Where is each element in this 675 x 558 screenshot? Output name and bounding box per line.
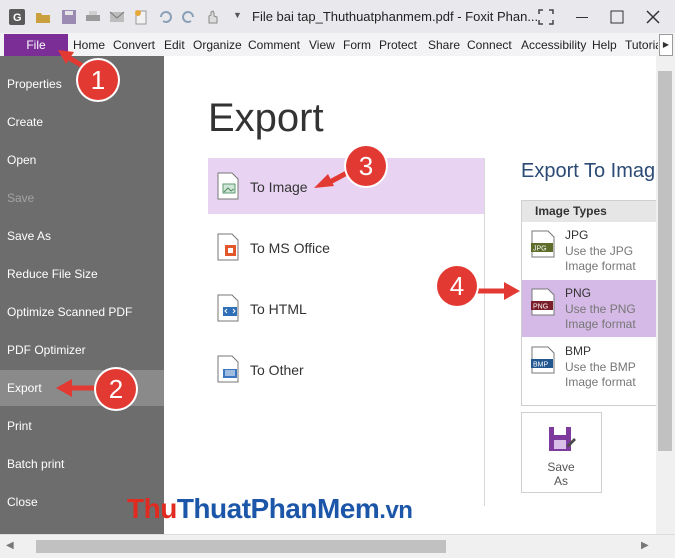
watermark-logo: ThuThuatPhanMem.vn [127,493,413,524]
ms-office-document-icon [217,233,239,261]
foxit-logo-icon[interactable]: G [9,9,25,25]
undo-icon[interactable] [157,9,173,25]
save-as-icon [549,427,576,451]
jpg-file-icon: JPG [531,230,555,258]
page-title: Export [208,96,324,140]
horizontal-scrollbar[interactable]: ◀ ▶ [0,534,675,558]
tab-form[interactable]: Form [343,38,371,52]
close-window-icon[interactable] [645,9,661,25]
scroll-right-icon[interactable]: ▶ [641,540,649,551]
image-type-name: PNG [565,286,592,300]
image-type-description: Use the PNG Image format [565,302,636,331]
title-bar: G ▼ File bai tap_Thuthuatphanmem.pdf - F… [0,0,675,34]
customize-qa-dropdown-icon[interactable]: ▼ [233,10,249,26]
tab-help[interactable]: Help [592,38,617,52]
tab-connect[interactable]: Connect [467,38,512,52]
sidebar-item-save: Save [7,191,35,205]
divider [484,158,485,506]
redo-icon[interactable] [181,9,197,25]
mail-icon[interactable] [109,9,125,25]
export-option-label: To MS Office [250,240,330,256]
image-type-name: BMP [565,344,592,358]
tab-convert[interactable]: Convert [113,38,155,52]
sidebar-item-create[interactable]: Create [0,104,164,140]
save-as-label: Save As [547,460,575,488]
vertical-scroll-thumb[interactable] [658,71,672,451]
png-file-icon: PNG [531,288,555,316]
image-types-panel: Image Types JPG JPG Use the JPG Image fo… [521,200,657,406]
export-option-to-ms-office[interactable]: To MS Office [208,219,484,275]
other-document-icon [217,355,239,383]
tab-view[interactable]: View [309,38,335,52]
svg-text:G: G [13,12,22,24]
fullscreen-icon[interactable] [538,9,554,25]
tab-tutorial[interactable]: Tutoria [625,38,658,52]
sidebar-item-save-as[interactable]: Save As [0,218,164,254]
callout-3: 3 [346,146,386,186]
horizontal-scroll-thumb[interactable] [36,540,446,553]
save-disk-icon[interactable] [61,9,77,25]
sidebar-item-open[interactable]: Open [0,142,164,178]
sidebar-item-batch-print[interactable]: Batch print [0,446,164,482]
callout-1: 1 [78,60,118,100]
export-option-to-other[interactable]: To Other [208,341,484,397]
image-type-jpg[interactable]: JPG JPG Use the JPG Image format [522,222,657,279]
sidebar-item-optimize-scanned-pdf[interactable]: Optimize Scanned PDF [0,294,164,330]
maximize-icon[interactable] [609,9,625,25]
svg-text:PNG: PNG [533,304,548,311]
save-as-button[interactable]: Save As [521,412,602,493]
sidebar-item-print[interactable]: Print [0,408,164,444]
callout-4: 4 [437,266,477,306]
svg-text:BMP: BMP [533,362,549,369]
export-to-heading: Export To Imag [521,160,656,182]
print-icon[interactable] [85,9,101,25]
minimize-icon[interactable] [574,9,590,25]
export-option-label: To Image [250,179,308,195]
callout-2: 2 [96,369,136,409]
tab-comment[interactable]: Comment [248,38,300,52]
image-type-description: Use the BMP Image format [565,360,636,389]
svg-text:JPG: JPG [533,246,547,253]
image-type-description: Use the JPG Image format [565,244,636,273]
tab-organize[interactable]: Organize [193,38,242,52]
vertical-scrollbar[interactable] [656,56,675,534]
tab-edit[interactable]: Edit [164,38,185,52]
open-folder-icon[interactable] [35,9,51,25]
image-types-header: Image Types [522,201,657,222]
html-document-icon [217,294,239,322]
export-option-label: To Other [250,362,304,378]
hand-tool-icon[interactable] [205,9,221,25]
image-document-icon [217,172,239,200]
scroll-left-icon[interactable]: ◀ [6,540,14,551]
image-type-bmp[interactable]: BMP BMP Use the BMP Image format [522,338,657,395]
tab-protect[interactable]: Protect [379,38,417,52]
bmp-file-icon: BMP [531,346,555,374]
tab-accessibility[interactable]: Accessibility [521,38,586,52]
sidebar-item-reduce-file-size[interactable]: Reduce File Size [0,256,164,292]
window-title: File bai tap_Thuthuatphanmem.pdf - Foxit… [252,9,539,24]
file-menu-sidebar: Properties Create Open Save Save As Redu… [0,56,164,534]
new-document-icon[interactable] [133,9,149,25]
export-panel: Export To Image To MS Office To HTML To … [164,56,657,534]
tab-share[interactable]: Share [428,38,460,52]
sidebar-item-pdf-optimizer[interactable]: PDF Optimizer [0,332,164,368]
image-type-name: JPG [565,228,589,242]
export-option-label: To HTML [250,301,307,317]
image-type-png[interactable]: PNG PNG Use the PNG Image format [522,280,657,337]
ribbon-scroll-right-icon[interactable]: ▶ [659,34,673,56]
